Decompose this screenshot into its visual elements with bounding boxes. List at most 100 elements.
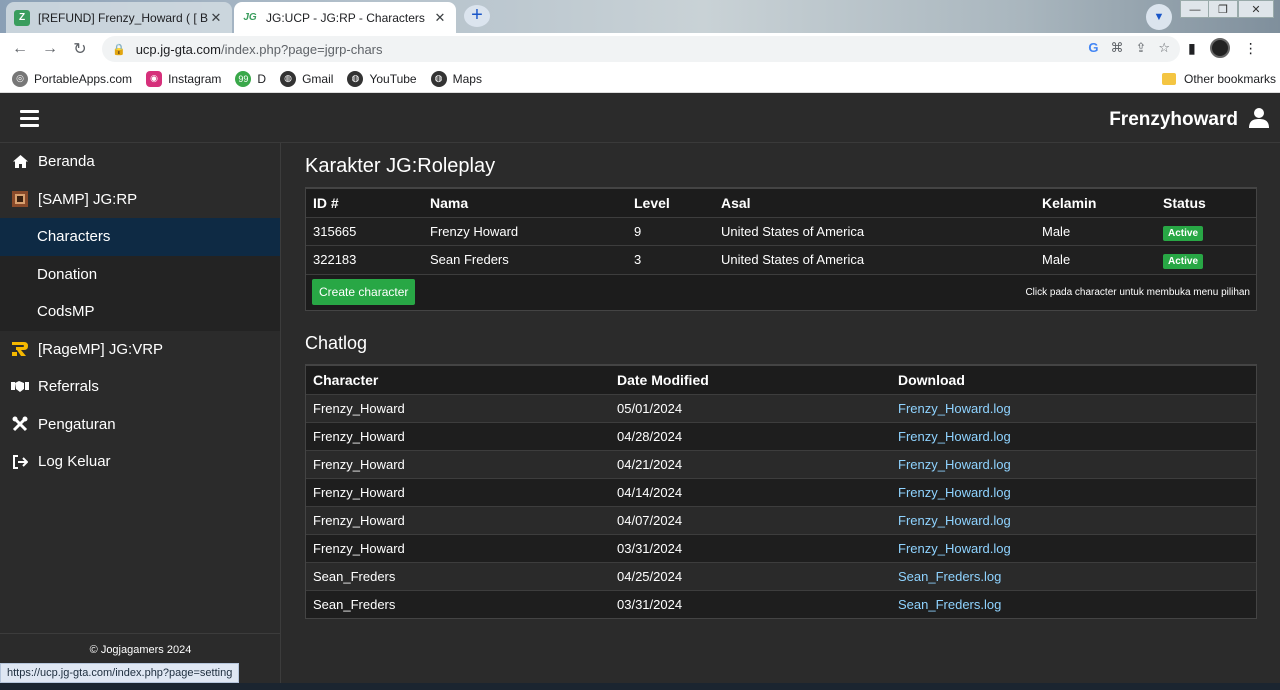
chatlog-download-cell: Sean_Freders.log [891, 589, 1256, 618]
column-header: ID # [306, 188, 423, 218]
sidebar-item-label: Pengaturan [38, 415, 116, 433]
character-id: 322183 [306, 245, 423, 274]
reload-icon[interactable]: ↻ [65, 39, 95, 59]
back-arrow-icon[interactable]: ← [5, 40, 35, 58]
character-row[interactable]: 315665 Frenzy Howard 9 United States of … [306, 217, 1256, 246]
sidebar-item-donation[interactable]: Donation [0, 255, 280, 293]
other-bookmarks[interactable]: Other bookmarks [1162, 72, 1276, 86]
profile-avatar-icon[interactable] [1209, 38, 1230, 58]
sidebar-item-codsmp[interactable]: CodsMP [0, 293, 280, 331]
portableapps-icon: ◎ [12, 70, 28, 87]
character-name: Sean Freders [423, 245, 627, 274]
browser-tab-characters[interactable]: JG JG:UCP - JG:RP - Characters ✕ [234, 2, 456, 33]
column-header: Download [891, 364, 1256, 394]
sidebar-item-beranda[interactable]: Beranda [0, 143, 280, 181]
home-icon [10, 154, 30, 169]
tab-title: [REFUND] Frenzy_Howard ( [ BEN [38, 10, 208, 25]
sidebar-item-log-keluar[interactable]: Log Keluar [0, 443, 280, 481]
translate-icon[interactable]: ⌘ [1110, 40, 1123, 56]
header-username[interactable]: Frenzyhoward [1109, 109, 1238, 131]
sidebar-footer-copyright: © Jogjagamers 2024 [89, 644, 192, 656]
sidebar-item-samp-jgrp[interactable]: [SAMP] JG:RP [0, 181, 280, 219]
characters-header-row: ID # Nama Level Asal Kelamin Status [306, 188, 1256, 218]
sidebar: Beranda [SAMP] JG:RP Characters Donation… [0, 143, 281, 690]
tools-icon [10, 416, 30, 432]
chatlog-download-link[interactable]: Frenzy_Howard.log [898, 513, 1011, 528]
tab-title: JG:UCP - JG:RP - Characters [266, 10, 425, 25]
chatlog-download-link[interactable]: Frenzy_Howard.log [898, 541, 1011, 556]
chatlog-character: Sean_Freders [306, 561, 610, 590]
side-panel-icon[interactable]: ▮ [1188, 40, 1196, 57]
character-id: 315665 [306, 217, 423, 246]
chatlog-row: Frenzy_Howard 04/21/2024 Frenzy_Howard.l… [306, 449, 1256, 478]
column-header: Level [627, 188, 714, 218]
jg-favicon-icon: JG [243, 12, 257, 23]
close-window-icon[interactable]: ✕ [1238, 0, 1274, 18]
bookmark-youtube[interactable]: ◍ YouTube [347, 70, 417, 87]
new-tab-plus-icon[interactable]: + [464, 5, 490, 27]
browser-toolbar: ← → ↻ 🔒 ucp.jg-gta.com/index.php?page=jg… [0, 33, 1280, 65]
handshake-icon [10, 380, 30, 393]
sidebar-item-referrals[interactable]: Referrals [0, 368, 280, 406]
sidebar-footer-divider [0, 633, 281, 634]
create-character-button[interactable]: Create character [312, 279, 416, 305]
browser-tab-refund[interactable]: Z [REFUND] Frenzy_Howard ( [ BEN ✕ [6, 2, 232, 33]
chatlog-date: 04/21/2024 [610, 449, 891, 478]
sidebar-item-label: Beranda [38, 153, 95, 171]
tab-search-chevron-icon[interactable]: ▼ [1146, 4, 1172, 30]
sidebar-item-ragemp-jgvrp[interactable]: [RageMP] JG:VRP [0, 331, 280, 369]
user-icon[interactable] [1248, 107, 1270, 129]
folder-icon [1162, 72, 1176, 85]
address-bar[interactable]: 🔒 ucp.jg-gta.com/index.php?page=jgrp-cha… [102, 36, 1180, 62]
characters-table-container: ID # Nama Level Asal Kelamin Status 3156… [305, 187, 1257, 311]
status-badge: Active [1163, 226, 1204, 241]
chatlog-download-cell: Frenzy_Howard.log [891, 449, 1256, 478]
chatlog-character: Frenzy_Howard [306, 505, 610, 534]
characters-table-footer: Create character Click pada character un… [306, 273, 1256, 310]
bookmark-gmail[interactable]: ◍ Gmail [280, 70, 333, 87]
hamburger-menu-icon[interactable] [20, 110, 39, 131]
chatlog-download-link[interactable]: Sean_Freders.log [898, 569, 1001, 584]
chatlog-date: 05/01/2024 [610, 393, 891, 422]
chatlog-character: Frenzy_Howard [306, 533, 610, 562]
bookmark-d[interactable]: 99 D [235, 70, 266, 87]
forward-arrow-icon[interactable]: → [35, 40, 65, 58]
share-icon[interactable]: ⇪ [1135, 40, 1146, 56]
sidebar-item-characters[interactable]: Characters [0, 218, 280, 256]
chatlog-download-link[interactable]: Frenzy_Howard.log [898, 485, 1011, 500]
chatlog-download-link[interactable]: Frenzy_Howard.log [898, 457, 1011, 472]
d-site-icon: 99 [235, 70, 252, 87]
close-tab-icon[interactable]: ✕ [208, 10, 224, 26]
chatlog-download-cell: Frenzy_Howard.log [891, 393, 1256, 422]
bookmark-portableapps[interactable]: ◎ PortableApps.com [12, 70, 132, 87]
character-gender: Male [1035, 217, 1156, 246]
app-header: Frenzyhoward [0, 96, 1280, 143]
main-content: Karakter JG:Roleplay ID # Nama Level Asa… [305, 143, 1257, 619]
sidebar-item-pengaturan[interactable]: Pengaturan [0, 406, 280, 444]
chatlog-download-link[interactable]: Frenzy_Howard.log [898, 429, 1011, 444]
chatlog-table-container: Character Date Modified Download Frenzy_… [305, 363, 1257, 619]
chatlog-download-cell: Frenzy_Howard.log [891, 477, 1256, 506]
menu-kebab-icon[interactable]: ⋮ [1244, 40, 1258, 57]
character-row[interactable]: 322183 Sean Freders 3 United States of A… [306, 245, 1256, 274]
column-header: Status [1156, 188, 1256, 218]
chatlog-header-row: Character Date Modified Download [306, 364, 1256, 394]
google-lens-icon[interactable]: G [1088, 40, 1098, 56]
characters-table: ID # Nama Level Asal Kelamin Status 3156… [306, 188, 1256, 274]
bookmark-instagram[interactable]: ◉ Instagram [146, 70, 222, 87]
sidebar-item-label: [RageMP] JG:VRP [38, 340, 164, 358]
character-status-cell: Active [1156, 217, 1256, 246]
close-tab-icon[interactable]: ✕ [432, 10, 448, 26]
chatlog-download-link[interactable]: Frenzy_Howard.log [898, 401, 1011, 416]
bookmark-label: Instagram [168, 71, 222, 86]
character-name: Frenzy Howard [423, 217, 627, 246]
bookmark-star-icon[interactable]: ☆ [1158, 40, 1170, 56]
minimize-window-icon[interactable]: — [1180, 0, 1210, 18]
chatlog-download-link[interactable]: Sean_Freders.log [898, 597, 1001, 612]
other-bookmarks-label: Other bookmarks [1184, 71, 1277, 86]
bookmark-maps[interactable]: ◍ Maps [430, 70, 482, 87]
maximize-window-icon[interactable]: ❐ [1208, 0, 1238, 18]
characters-hint: Click pada character untuk membuka menu … [1025, 286, 1250, 298]
chatlog-row: Frenzy_Howard 04/14/2024 Frenzy_Howard.l… [306, 477, 1256, 506]
character-gender: Male [1035, 245, 1156, 274]
